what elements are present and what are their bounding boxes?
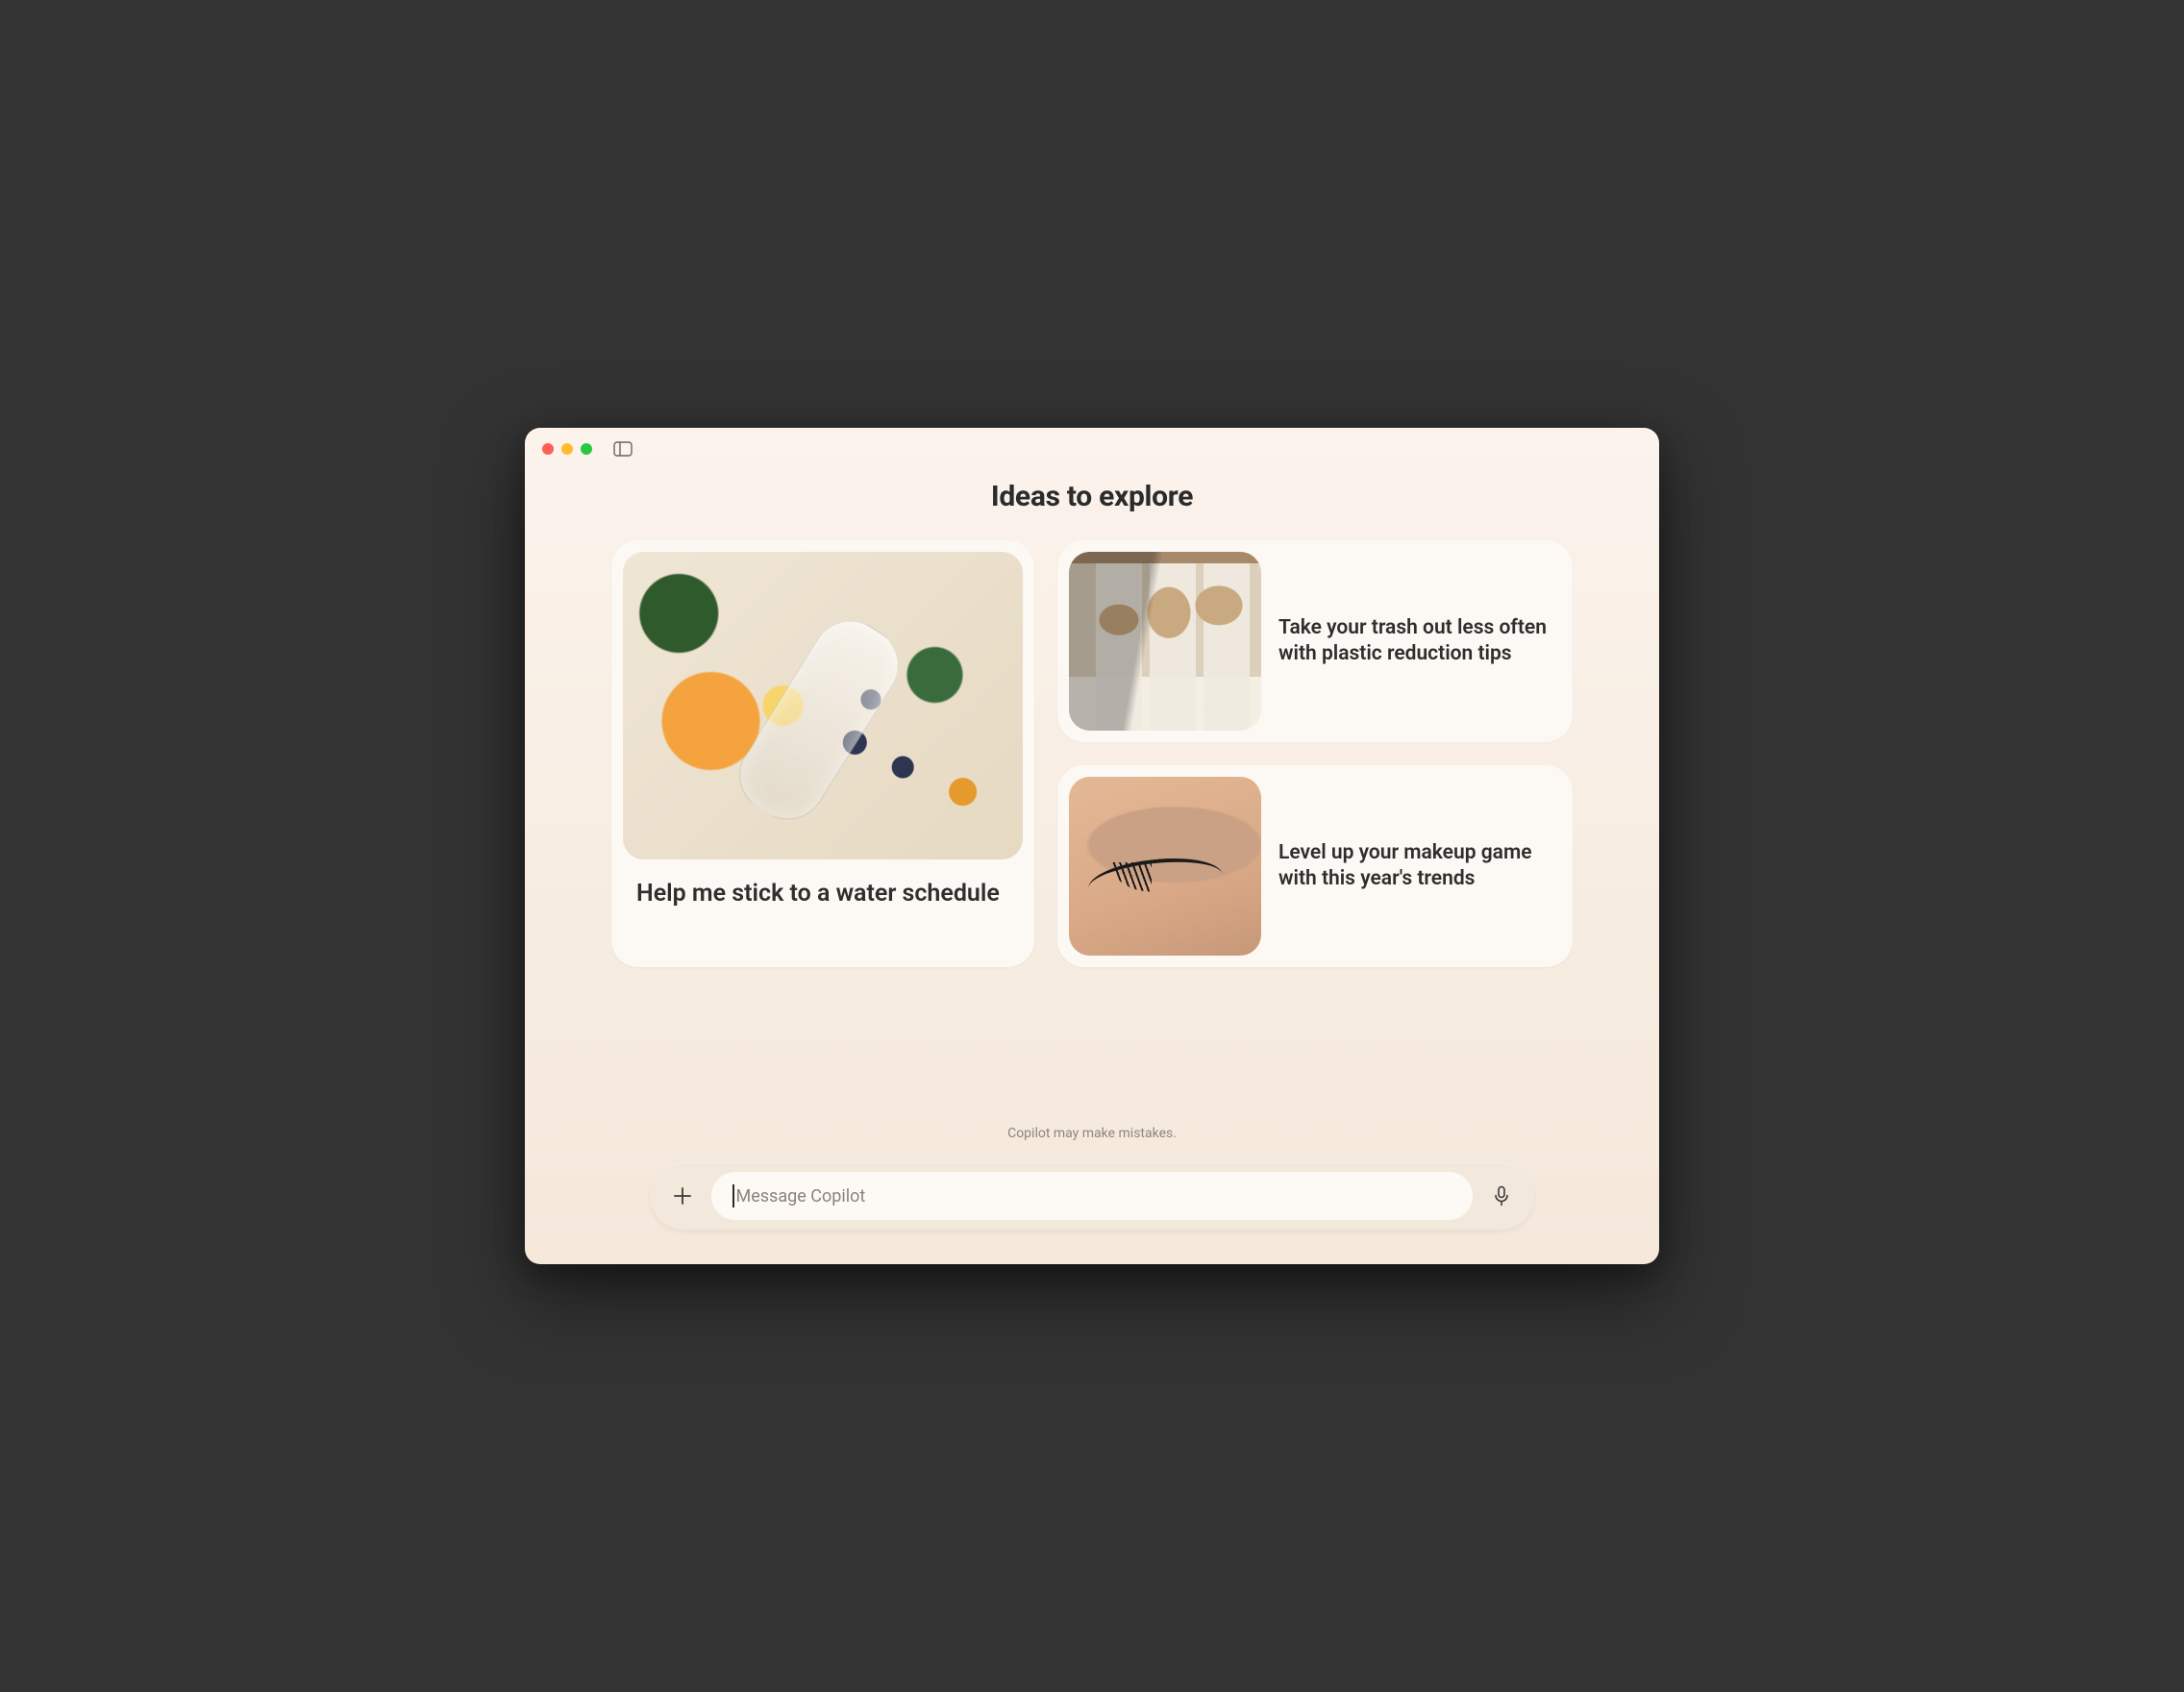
suggestion-card-trash-image <box>1069 552 1261 731</box>
suggestion-card-makeup[interactable]: Level up your makeup game with this year… <box>1057 765 1573 967</box>
suggestion-card-water[interactable]: Help me stick to a water schedule <box>611 540 1034 967</box>
window-controls <box>542 443 592 455</box>
disclaimer-text: Copilot may make mistakes. <box>525 1126 1659 1141</box>
suggestion-card-water-image <box>623 552 1023 859</box>
titlebar <box>525 428 1659 470</box>
composer: Message Copilot <box>650 1162 1534 1230</box>
minimize-window-button[interactable] <box>561 443 573 455</box>
suggestion-card-makeup-title: Level up your makeup game with this year… <box>1278 840 1561 893</box>
suggestion-card-trash[interactable]: Take your trash out less often with plas… <box>1057 540 1573 742</box>
sidebar-toggle-button[interactable] <box>613 441 633 457</box>
text-caret <box>732 1184 734 1207</box>
app-window: Ideas to explore Help me stick to a wate… <box>525 428 1659 1264</box>
page-title: Ideas to explore <box>525 480 1659 513</box>
mic-button[interactable] <box>1482 1177 1521 1215</box>
plus-icon <box>672 1185 693 1207</box>
message-input[interactable]: Message Copilot <box>711 1172 1473 1220</box>
composer-area: Message Copilot <box>525 1162 1659 1264</box>
add-button[interactable] <box>663 1177 702 1215</box>
message-input-placeholder: Message Copilot <box>736 1186 866 1207</box>
suggestion-card-makeup-image <box>1069 777 1261 956</box>
fullscreen-window-button[interactable] <box>581 443 592 455</box>
mic-icon <box>1492 1185 1511 1207</box>
suggestion-side-column: Take your trash out less often with plas… <box>1057 540 1573 967</box>
close-window-button[interactable] <box>542 443 554 455</box>
suggestion-cards: Help me stick to a water schedule Take y… <box>525 540 1659 967</box>
sidebar-toggle-icon <box>613 441 633 457</box>
suggestion-card-trash-title: Take your trash out less often with plas… <box>1278 615 1561 668</box>
suggestion-card-water-title: Help me stick to a water schedule <box>623 859 1023 915</box>
